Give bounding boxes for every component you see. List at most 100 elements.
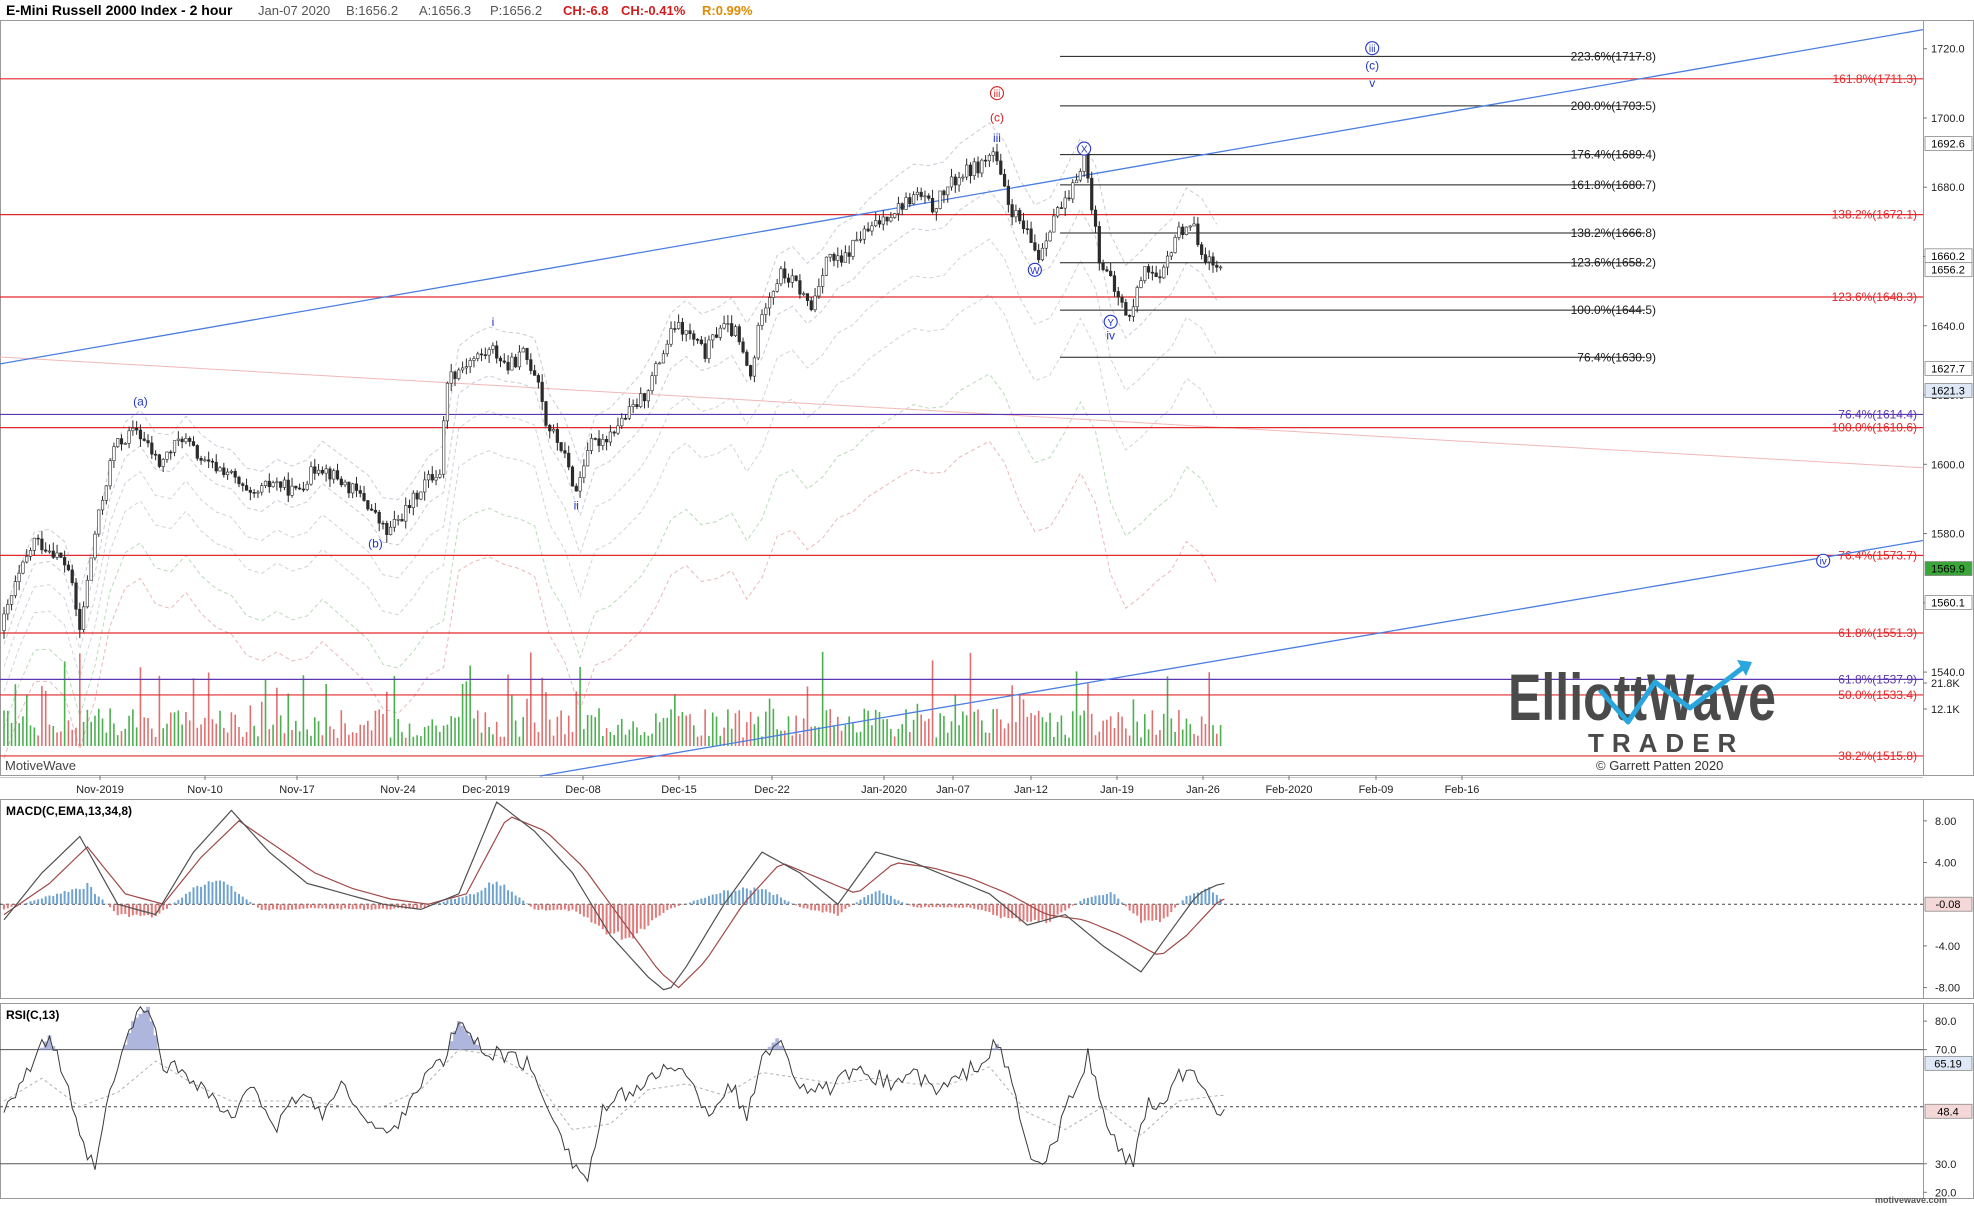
candle-body	[237, 476, 241, 485]
candle-body	[821, 275, 825, 287]
macd-histogram-bar	[253, 904, 256, 905]
candle-body	[244, 485, 249, 491]
macd-histogram-bar	[495, 881, 498, 905]
candle-body	[388, 526, 393, 535]
candle-body	[25, 556, 29, 563]
volume-bar	[602, 736, 604, 746]
macd-histogram-bar	[616, 904, 619, 932]
volume-bar	[128, 715, 130, 746]
candle-body	[172, 440, 177, 453]
volume-bar	[624, 734, 627, 746]
macd-histogram-bar	[954, 904, 957, 908]
wave-label: iv	[1106, 329, 1115, 343]
macd-histogram-bar	[1071, 904, 1074, 906]
candle-body	[813, 295, 817, 311]
volume-bar	[1083, 710, 1085, 746]
volume-bar	[909, 732, 911, 746]
macd-histogram-bar	[761, 889, 763, 905]
candle-body	[1010, 204, 1014, 218]
macd-value-tag: -0.08	[1935, 899, 1960, 911]
candle-body	[286, 479, 290, 496]
time-axis-tick-label: Nov-2019	[76, 784, 124, 796]
candle-body	[214, 461, 218, 472]
macd-histogram-bar	[347, 904, 350, 909]
volume-bar	[533, 722, 536, 746]
macd-histogram-bar	[48, 895, 51, 905]
macd-histogram-bar	[378, 904, 381, 910]
macd-histogram-bar	[776, 894, 779, 905]
candle-body	[135, 427, 139, 431]
volume-bar	[1128, 735, 1131, 746]
candle-body	[74, 582, 78, 610]
candle-body	[1078, 171, 1082, 181]
volume-bar	[1030, 713, 1032, 746]
volume-bar	[825, 710, 828, 746]
candle-body	[798, 280, 802, 295]
volume-bar	[219, 710, 221, 746]
candle-body	[597, 438, 601, 446]
macd-histogram-bar	[742, 887, 745, 905]
volume-bar	[488, 727, 490, 746]
candle-body	[483, 354, 487, 357]
volume-bar	[1166, 676, 1169, 746]
candle-body	[574, 485, 578, 492]
candle-body	[21, 561, 25, 574]
macd-histogram-bar	[438, 903, 441, 905]
candle-body	[150, 442, 154, 455]
macd-histogram-bar	[200, 886, 203, 905]
macd-histogram-bar	[670, 904, 673, 909]
candle-body	[313, 466, 317, 474]
macd-histogram-bar	[1158, 904, 1161, 923]
time-axis-tick-label: Jan-19	[1100, 784, 1134, 796]
volume-bar	[1041, 717, 1044, 746]
volume-bar	[833, 725, 835, 746]
candle-body	[733, 326, 738, 336]
candle-body	[468, 360, 472, 367]
candle-body	[1203, 254, 1208, 263]
macd-histogram-bar	[63, 891, 66, 905]
candle-body	[1192, 223, 1196, 227]
candle-body	[1169, 252, 1173, 257]
macd-histogram-bar	[810, 904, 813, 911]
macd-histogram-bar	[723, 890, 726, 905]
candle-body	[639, 393, 643, 407]
macd-histogram-bar	[973, 904, 976, 909]
volume-bar	[1068, 737, 1070, 746]
volume-bar	[147, 717, 149, 746]
macd-histogram-bar	[688, 902, 691, 905]
volume-bar	[317, 721, 320, 746]
volume-bar	[14, 684, 17, 746]
volume-bar	[226, 732, 229, 746]
macd-histogram-bar	[510, 891, 513, 905]
candle-body	[1200, 244, 1204, 255]
macd-histogram-bar	[923, 904, 926, 907]
macd-histogram-bar	[25, 902, 28, 905]
volume-bar	[901, 724, 904, 746]
macd-histogram-bar	[484, 887, 487, 905]
candle-body	[862, 228, 866, 240]
volume-bar	[75, 727, 77, 746]
volume-bar	[439, 731, 441, 746]
volume-bar	[609, 731, 612, 746]
volume-bar	[82, 721, 85, 746]
volume-bar	[764, 711, 767, 746]
candle-body	[1002, 173, 1007, 187]
candle-body	[722, 323, 726, 329]
candle-body	[127, 430, 131, 444]
candle-body	[404, 505, 408, 522]
macd-histogram-bar	[768, 892, 771, 905]
macd-histogram-bar	[192, 887, 195, 905]
volume-bar	[355, 733, 358, 746]
candle-body	[510, 356, 514, 371]
volume-bar	[969, 652, 972, 746]
macd-histogram-bar	[469, 893, 472, 905]
volume-bar	[71, 729, 74, 746]
volume-bar	[1060, 715, 1063, 746]
chart-canvas[interactable]: E-Mini Russell 2000 Index - 2 hour Jan-0…	[0, 0, 1974, 1206]
macd-histogram-bar	[833, 904, 836, 914]
macd-histogram-bar	[450, 898, 453, 905]
candle-body	[1207, 256, 1211, 263]
volume-bar	[264, 679, 267, 746]
macd-histogram-bar	[241, 896, 244, 905]
volume-bar	[382, 714, 384, 746]
